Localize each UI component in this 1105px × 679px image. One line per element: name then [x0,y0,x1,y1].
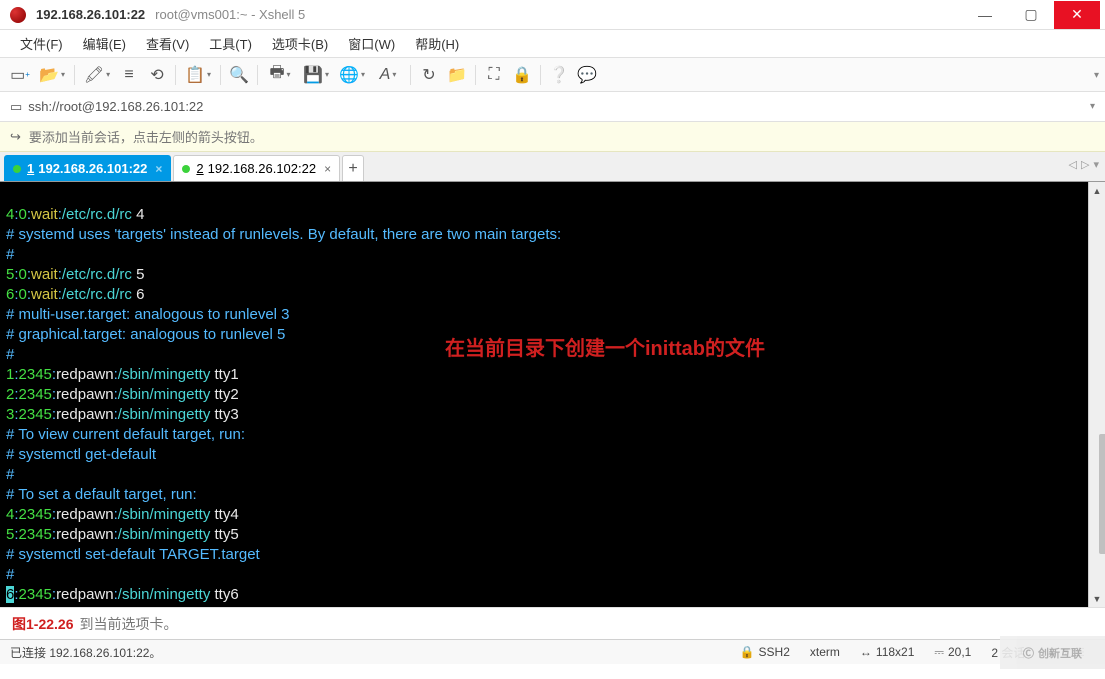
toolbar: ▭+ 📂 🖍 ≡ ⟲ 📋 🔍 🖶 💾 🌐 A ↻ 📁 ⛶ 🔒 ❔ 💬 ▾ [0,58,1105,92]
status-termtype: xterm [810,645,840,659]
tab-label: 192.168.26.101:22 [38,161,147,176]
globe-icon[interactable]: 🌐 [336,63,368,87]
tab-prev-icon[interactable]: ◁ [1069,158,1077,171]
close-button[interactable]: ✕ [1054,1,1100,29]
app-logo-icon [10,7,26,23]
disconnect-icon[interactable]: ⟲ [145,63,169,87]
status-bar: 已连接 192.168.26.101:22。 🔒SSH2 xterm ↔118x… [0,639,1105,664]
open-session-icon[interactable]: 📂 [36,63,68,87]
minimize-button[interactable]: — [962,1,1008,29]
status-connection: 已连接 192.168.26.101:22。 [10,644,730,661]
chat-icon[interactable]: 💬 [575,63,599,87]
status-dot-icon [182,165,190,173]
copy-icon[interactable]: 📋 [182,63,214,87]
address-text: ssh://root@192.168.26.101:22 [28,99,203,114]
tab-strip: 1 192.168.26.101:22 × 2 192.168.26.102:2… [0,152,1105,182]
scroll-thumb[interactable] [1099,434,1105,554]
fullscreen-icon[interactable]: ⛶ [482,63,506,87]
tab-label: 192.168.26.102:22 [208,161,316,176]
search-icon[interactable]: 🔍 [227,63,251,87]
address-bar[interactable]: ▭ ssh://root@192.168.26.101:22 ▾ [0,92,1105,122]
menu-view[interactable]: 查看(V) [136,30,199,57]
menu-tabs[interactable]: 选项卡(B) [262,30,338,57]
tab-num: 2 [196,161,203,176]
address-dropdown-icon[interactable]: ▾ [1090,101,1095,112]
tab-close-icon[interactable]: × [155,162,162,176]
lock-icon[interactable]: 🔒 [510,63,534,87]
toolbar-overflow-icon[interactable]: ▾ [1094,70,1099,81]
menu-window[interactable]: 窗口(W) [338,30,405,57]
tab-session-1[interactable]: 1 192.168.26.101:22 × [4,155,171,181]
reconnect-icon[interactable]: 🖍 [81,63,113,87]
tab-close-icon[interactable]: × [324,162,331,176]
title-host: 192.168.26.101:22 [36,7,145,22]
menu-bar: 文件(F) 编辑(E) 查看(V) 工具(T) 选项卡(B) 窗口(W) 帮助(… [0,30,1105,58]
tab-next-icon[interactable]: ▷ [1081,158,1089,171]
menu-tools[interactable]: 工具(T) [199,30,262,57]
terminal-output: 4:0:wait:/etc/rc.d/rc 4 # systemd uses '… [0,182,1105,607]
tab-num: 1 [27,161,34,176]
status-size: ↔118x21 [860,645,914,659]
properties-icon[interactable]: ≡ [117,63,141,87]
refresh-icon[interactable]: ↻ [417,63,441,87]
session-icon: ▭ [10,99,22,115]
print-icon[interactable]: 🖶 [264,63,296,87]
figure-label: 图1-22.26 [12,614,73,634]
annotation-text: 在当前目录下创建一个inittab的文件 [445,332,765,361]
scroll-down-icon[interactable]: ▼ [1089,590,1105,607]
menu-edit[interactable]: 编辑(E) [73,30,136,57]
terminal-scrollbar[interactable]: ▲ ▼ [1088,182,1105,607]
tab-session-2[interactable]: 2 192.168.26.102:22 × [173,155,340,181]
status-protocol: 🔒SSH2 [740,645,790,659]
maximize-button[interactable]: ▢ [1008,1,1054,29]
menu-file[interactable]: 文件(F) [10,30,73,57]
status-position: ⎓20,1 [934,645,971,660]
hint-text: 要添加当前会话，点击左侧的箭头按钮。 [29,127,263,146]
folder-icon[interactable]: 📁 [445,63,469,87]
scroll-up-icon[interactable]: ▲ [1089,182,1105,199]
terminal-area[interactable]: 4:0:wait:/etc/rc.d/rc 4 # systemd uses '… [0,182,1105,607]
bottom-hint-text: 到当前选项卡。 [79,614,177,634]
save-icon[interactable]: 💾 [300,63,332,87]
font-icon[interactable]: A [372,63,404,87]
hint-arrow-icon[interactable]: ↪ [10,129,21,145]
help-icon[interactable]: ❔ [547,63,571,87]
menu-help[interactable]: 帮助(H) [405,30,469,57]
new-session-icon[interactable]: ▭+ [8,63,32,87]
watermark: Ⓒ创新互联 [1000,636,1105,669]
tab-add-button[interactable]: + [342,155,364,181]
hint-bar: ↪ 要添加当前会话，点击左侧的箭头按钮。 [0,122,1105,152]
title-subtitle: root@vms001:~ - Xshell 5 [155,7,305,22]
title-bar: 192.168.26.101:22 root@vms001:~ - Xshell… [0,0,1105,30]
lock-icon: 🔒 [740,645,755,659]
tab-menu-icon[interactable]: ▾ [1093,158,1099,171]
bottom-hint-bar: 图1-22.26 到当前选项卡。 [0,607,1105,639]
status-dot-icon [13,165,21,173]
